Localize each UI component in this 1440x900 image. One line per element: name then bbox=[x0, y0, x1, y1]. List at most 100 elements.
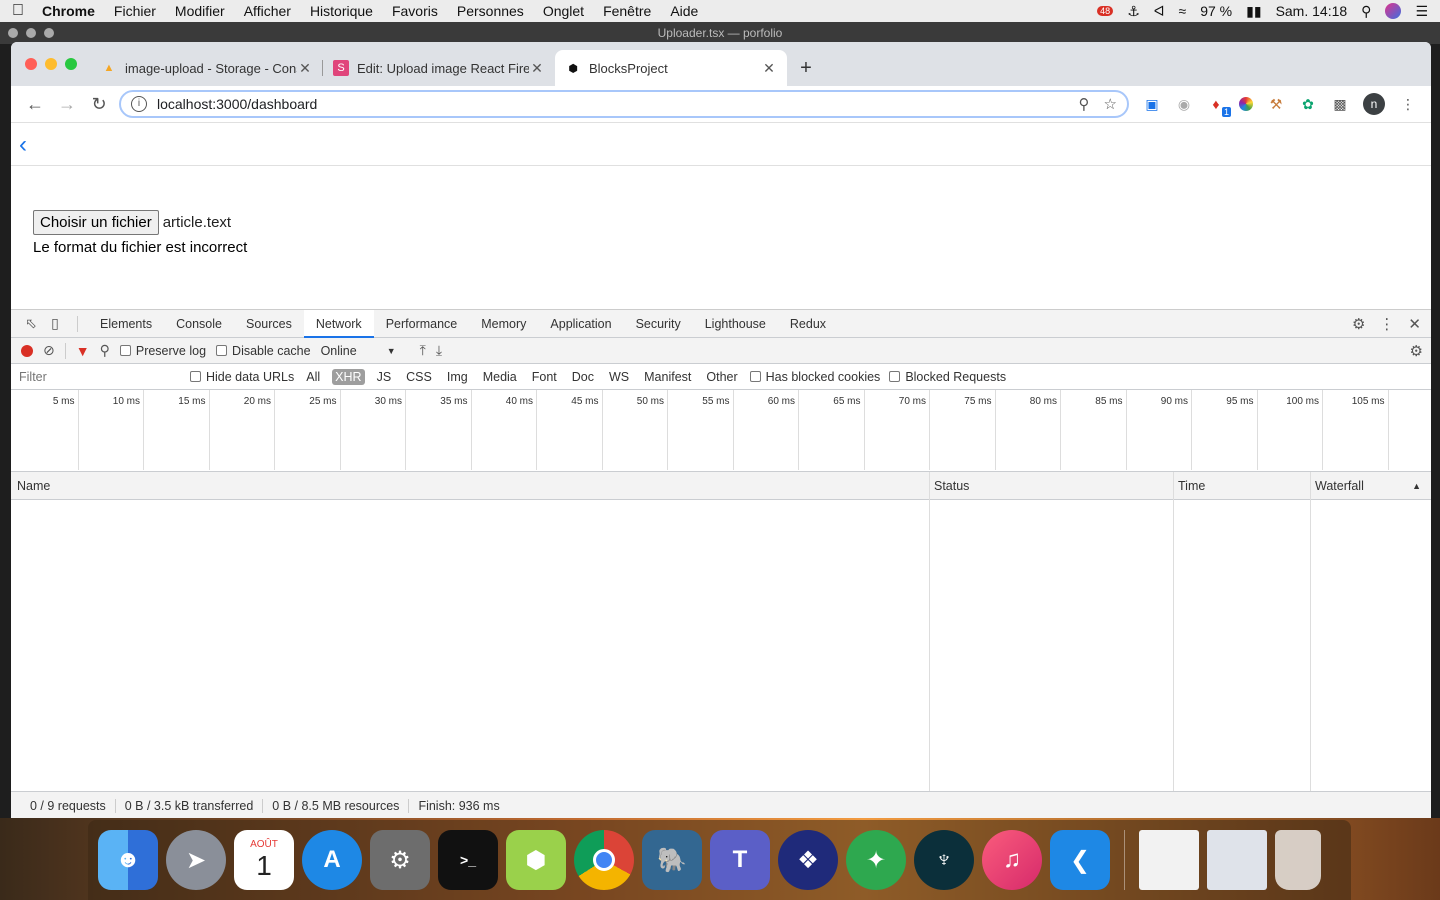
record-icon[interactable] bbox=[21, 344, 33, 357]
column-name[interactable]: Name bbox=[13, 472, 50, 500]
checkbox-box[interactable] bbox=[889, 371, 901, 382]
clear-icon[interactable]: ⊘ bbox=[43, 342, 55, 359]
throttling-select[interactable]: Online ▼ bbox=[321, 344, 396, 358]
zoom-icon[interactable]: ⚲ bbox=[1079, 95, 1090, 113]
wifi-icon[interactable]: ≈ bbox=[1179, 3, 1187, 19]
hammer-extension-icon[interactable]: ⚒ bbox=[1267, 95, 1285, 113]
filter-input[interactable] bbox=[15, 366, 181, 387]
menu-favoris[interactable]: Favoris bbox=[392, 3, 438, 19]
filter-funnel-icon[interactable]: ▼ bbox=[76, 343, 90, 359]
back-chevron-icon[interactable]: ‹ bbox=[19, 131, 27, 159]
extension-badge-icon[interactable]: ♦ 1 bbox=[1207, 95, 1231, 117]
menu-personnes[interactable]: Personnes bbox=[457, 3, 524, 19]
menu-fenetre[interactable]: Fenêtre bbox=[603, 3, 651, 19]
launchpad-icon[interactable]: ➤ bbox=[166, 830, 226, 890]
recent-document-icon[interactable] bbox=[1139, 830, 1199, 890]
dropbox-icon[interactable]: ❖ bbox=[778, 830, 838, 890]
checkbox-box[interactable] bbox=[749, 371, 761, 382]
terminal-icon[interactable]: >_ bbox=[438, 830, 498, 890]
browser-tab-edit[interactable]: S Edit: Upload image React Fireb ✕ bbox=[323, 50, 555, 86]
extensions-puzzle-icon[interactable]: ▩ bbox=[1331, 95, 1349, 113]
devtools-tab-elements[interactable]: Elements bbox=[88, 310, 164, 338]
cube-icon[interactable]: ⬢ bbox=[506, 830, 566, 890]
network-settings-gear-icon[interactable]: ⚙ bbox=[1410, 342, 1431, 360]
chrome-menu-icon[interactable]: ⋮ bbox=[1399, 95, 1417, 113]
inspect-element-icon[interactable]: ⬁ bbox=[19, 315, 43, 332]
devtools-close-icon[interactable]: ✕ bbox=[1408, 315, 1421, 333]
preserve-log-checkbox[interactable]: Preserve log bbox=[119, 344, 206, 358]
forward-button[interactable]: → bbox=[51, 90, 83, 118]
browser-tab-blocksproject[interactable]: ⬢ BlocksProject ✕ bbox=[555, 50, 787, 86]
bluetooth-icon[interactable]: ᐊ bbox=[1154, 3, 1165, 20]
choose-file-button[interactable]: Choisir un fichier bbox=[33, 210, 159, 235]
devtools-tab-security[interactable]: Security bbox=[624, 310, 693, 338]
filter-type-font[interactable]: Font bbox=[529, 369, 560, 385]
chrome-icon[interactable] bbox=[574, 830, 634, 890]
menu-historique[interactable]: Historique bbox=[310, 3, 373, 19]
checkbox-box[interactable] bbox=[216, 345, 228, 356]
cast-extension-icon[interactable]: ▣ bbox=[1143, 95, 1161, 113]
system-preferences-icon[interactable]: ⚙ bbox=[370, 830, 430, 890]
trash-icon[interactable] bbox=[1275, 830, 1321, 890]
address-url[interactable]: localhost:3000/dashboard bbox=[157, 96, 1065, 112]
checkbox-box[interactable] bbox=[119, 345, 131, 356]
filter-type-img[interactable]: Img bbox=[444, 369, 471, 385]
calendar-icon[interactable]: AOÛT 1 bbox=[234, 830, 294, 890]
blocked-requests-checkbox[interactable]: Blocked Requests bbox=[889, 370, 1006, 384]
bookmark-star-icon[interactable]: ☆ bbox=[1104, 95, 1117, 113]
import-har-icon[interactable]: ⤒ bbox=[420, 342, 426, 359]
filter-type-all[interactable]: All bbox=[303, 369, 323, 385]
export-har-icon[interactable]: ⤓ bbox=[436, 342, 442, 359]
close-tab-icon[interactable]: ✕ bbox=[297, 60, 313, 77]
teams-icon[interactable]: T bbox=[710, 830, 770, 890]
notification-center-icon[interactable]: ☰ bbox=[1415, 3, 1428, 20]
close-tab-icon[interactable]: ✕ bbox=[529, 60, 545, 77]
devtools-settings-gear-icon[interactable]: ⚙ bbox=[1352, 315, 1365, 333]
filter-type-other[interactable]: Other bbox=[703, 369, 740, 385]
address-bar[interactable]: i localhost:3000/dashboard ⚲ ☆ bbox=[119, 90, 1129, 118]
menu-onglet[interactable]: Onglet bbox=[543, 3, 584, 19]
devtools-tab-performance[interactable]: Performance bbox=[374, 310, 470, 338]
siri-icon[interactable] bbox=[1385, 3, 1402, 19]
devtools-tab-network[interactable]: Network bbox=[303, 309, 374, 338]
color-picker-extension-icon[interactable] bbox=[1239, 97, 1253, 111]
gitkraken-icon[interactable]: ♆ bbox=[914, 830, 974, 890]
filter-type-doc[interactable]: Doc bbox=[569, 369, 597, 385]
column-time[interactable]: Time bbox=[1173, 472, 1205, 500]
network-overview-timeline[interactable]: 5 ms 10 ms 15 ms 20 ms 25 ms 30 ms 35 ms 40 ms 4… bbox=[11, 390, 1431, 472]
has-blocked-cookies-checkbox[interactable]: Has blocked cookies bbox=[749, 370, 880, 384]
menu-fichier[interactable]: Fichier bbox=[114, 3, 156, 19]
battery-icon[interactable]: ▮▮ bbox=[1246, 3, 1261, 20]
recent-window-icon[interactable] bbox=[1207, 830, 1267, 890]
filter-type-ws[interactable]: WS bbox=[606, 369, 632, 385]
apple-icon[interactable]:  bbox=[12, 2, 42, 20]
finder-icon[interactable]: ☻ bbox=[98, 830, 158, 890]
extension-circle-icon[interactable]: ◉ bbox=[1175, 95, 1193, 113]
filter-type-css[interactable]: CSS bbox=[403, 369, 435, 385]
filter-type-xhr[interactable]: XHR bbox=[332, 368, 365, 385]
notification-badge-icon[interactable]: 48 bbox=[1097, 6, 1114, 16]
spotlight-icon[interactable]: ⚲ bbox=[1361, 3, 1371, 20]
menu-aide[interactable]: Aide bbox=[670, 3, 698, 19]
reload-button[interactable]: ↻ bbox=[83, 90, 115, 118]
rocket-icon[interactable]: ✦ bbox=[846, 830, 906, 890]
postgres-icon[interactable]: 🐘 bbox=[642, 830, 702, 890]
filter-type-manifest[interactable]: Manifest bbox=[641, 369, 694, 385]
clock[interactable]: Sam. 14:18 bbox=[1276, 3, 1348, 19]
hide-data-urls-checkbox[interactable]: Hide data URLs bbox=[190, 370, 294, 384]
disable-cache-checkbox[interactable]: Disable cache bbox=[216, 344, 311, 358]
docker-icon[interactable]: ⚓ bbox=[1127, 3, 1140, 20]
menu-afficher[interactable]: Afficher bbox=[244, 3, 291, 19]
close-window-button[interactable] bbox=[25, 58, 37, 70]
battery-percent[interactable]: 97 % bbox=[1200, 3, 1232, 19]
devtools-tab-redux[interactable]: Redux bbox=[778, 310, 838, 338]
column-status[interactable]: Status bbox=[929, 472, 969, 500]
close-tab-icon[interactable]: ✕ bbox=[761, 60, 777, 77]
devtools-tab-lighthouse[interactable]: Lighthouse bbox=[693, 310, 778, 338]
zoom-window-button[interactable] bbox=[65, 58, 77, 70]
appstore-icon[interactable]: A bbox=[302, 830, 362, 890]
devtools-tab-memory[interactable]: Memory bbox=[469, 310, 538, 338]
filter-type-js[interactable]: JS bbox=[374, 369, 395, 385]
devtools-tab-application[interactable]: Application bbox=[538, 310, 623, 338]
music-icon[interactable]: ♫ bbox=[982, 830, 1042, 890]
